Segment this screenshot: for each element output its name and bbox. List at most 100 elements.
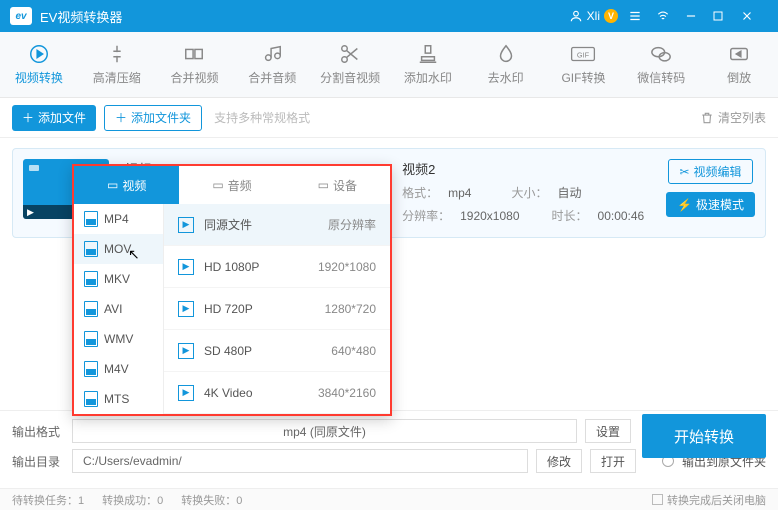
- status-ok-value: 0: [157, 495, 163, 507]
- tab-label: 音频: [228, 177, 252, 194]
- file-icon: [84, 241, 98, 257]
- popup-tab-video[interactable]: ▭ 视频: [74, 166, 179, 204]
- gif-icon: GIF: [570, 43, 596, 65]
- tool-watermark[interactable]: 添加水印: [389, 32, 467, 97]
- tool-label: 微信转码: [637, 69, 685, 86]
- main-toolbar: 视频转换 高清压缩 合并视频 合并音频 分割音视频 添加水印 去水印 GIF G…: [0, 32, 778, 98]
- output-dir-value[interactable]: C:/Users/evadmin/: [72, 449, 528, 473]
- tool-label: GIF转换: [561, 69, 605, 86]
- user-account[interactable]: Xli V: [569, 9, 618, 23]
- tab-label: 设备: [333, 177, 357, 194]
- audio-icon: ▭: [212, 178, 223, 192]
- output-dir-label: 输出目录: [12, 453, 64, 470]
- fmt-label: MKV: [104, 272, 130, 286]
- format-item-mov[interactable]: MOV: [74, 234, 163, 264]
- file-icon: [84, 271, 98, 287]
- res-val: 3840*2160: [318, 386, 376, 400]
- close-icon[interactable]: [740, 9, 768, 23]
- output-dir-change-button[interactable]: 修改: [536, 449, 582, 473]
- play-square-icon: ▶: [178, 385, 194, 401]
- resolution-item[interactable]: ▶同源文件原分辨率: [164, 204, 390, 246]
- output-format-value[interactable]: mp4 (同原文件): [72, 419, 577, 443]
- add-folder-button[interactable]: ＋ 添加文件夹: [104, 105, 202, 131]
- wifi-icon[interactable]: [656, 9, 684, 23]
- droplet-icon: [495, 43, 517, 65]
- fmt-label: MP4: [104, 212, 129, 226]
- tool-video-convert[interactable]: 视频转换: [0, 32, 78, 97]
- status-ok-label: 转换成功：: [102, 495, 157, 507]
- play-icon: ▶: [27, 207, 34, 218]
- shutdown-checkbox[interactable]: 转换完成后关闭电脑: [652, 492, 766, 508]
- output-format-label: 输出格式: [12, 423, 64, 440]
- status-fail-value: 0: [236, 495, 242, 507]
- tool-label: 去水印: [488, 69, 524, 86]
- format-popup: ▭ 视频 ▭ 音频 ▭ 设备 MP4 MOV MKV AVI WMV M4V M…: [72, 164, 392, 416]
- shutdown-label: 转换完成后关闭电脑: [667, 495, 766, 507]
- meta-val: 自动: [557, 184, 581, 201]
- popup-tab-device[interactable]: ▭ 设备: [285, 166, 390, 204]
- status-bar: 待转换任务：1 转换成功：0 转换失败：0 转换完成后关闭电脑: [0, 488, 778, 510]
- chip-label: 极速模式: [696, 196, 744, 213]
- user-icon: [569, 9, 583, 23]
- resolution-item[interactable]: ▶HD 720P1280*720: [164, 288, 390, 330]
- res-val: 1280*720: [325, 302, 376, 316]
- btn-label: 添加文件: [38, 109, 86, 126]
- format-item-mp4[interactable]: MP4: [74, 204, 163, 234]
- bolt-icon: ⚡: [677, 198, 692, 212]
- play-square-icon: ▶: [178, 343, 194, 359]
- file-icon: [84, 391, 98, 407]
- meta-val: 1920x1080: [460, 209, 519, 223]
- tool-remove-watermark[interactable]: 去水印: [467, 32, 545, 97]
- output-format-settings-button[interactable]: 设置: [585, 419, 631, 443]
- format-list: MP4 MOV MKV AVI WMV M4V MTS: [74, 204, 164, 414]
- resolution-item[interactable]: ▶ 4K Video 3840*2160: [164, 372, 390, 414]
- tool-label: 倒放: [727, 69, 751, 86]
- user-name: Xli: [587, 9, 600, 23]
- meta-key: 时长：: [552, 207, 588, 224]
- tool-merge-video[interactable]: 合并视频: [156, 32, 234, 97]
- tool-gif[interactable]: GIF GIF转换: [545, 32, 623, 97]
- trash-icon: [700, 111, 714, 125]
- tool-split[interactable]: 分割音视频: [311, 32, 389, 97]
- plus-icon: ＋: [115, 109, 127, 126]
- format-item-m4v[interactable]: M4V: [74, 354, 163, 384]
- tool-reverse[interactable]: 倒放: [700, 32, 778, 97]
- tool-label: 分割音视频: [320, 69, 380, 86]
- fast-mode-button[interactable]: ⚡ 极速模式: [666, 192, 755, 217]
- title-bar: ev EV视频转换器 Xli V: [0, 0, 778, 32]
- tool-wechat[interactable]: 微信转码: [622, 32, 700, 97]
- res-name: 同源文件: [204, 216, 318, 233]
- format-item-avi[interactable]: AVI: [74, 294, 163, 324]
- start-convert-button[interactable]: 开始转换: [642, 414, 766, 458]
- minimize-icon[interactable]: [684, 9, 712, 23]
- file-icon: [84, 331, 98, 347]
- format-item-wmv[interactable]: WMV: [74, 324, 163, 354]
- video-icon: ▭: [107, 178, 118, 192]
- maximize-icon[interactable]: [712, 10, 740, 22]
- output-dir-open-button[interactable]: 打开: [590, 449, 636, 473]
- tool-merge-audio[interactable]: 合并音频: [233, 32, 311, 97]
- reverse-icon: [728, 43, 750, 65]
- format-item-mts[interactable]: MTS: [74, 384, 163, 414]
- tool-label: 视频转换: [15, 69, 63, 86]
- menu-icon[interactable]: [628, 9, 656, 23]
- res-name: 4K Video: [204, 386, 308, 400]
- tool-hd-compress[interactable]: 高清压缩: [78, 32, 156, 97]
- resolution-item[interactable]: ▶SD 480P640*480: [164, 330, 390, 372]
- action-bar: ＋ 添加文件 ＋ 添加文件夹 支持多种常规格式 清空列表: [0, 98, 778, 138]
- fmt-label: MTS: [104, 392, 129, 406]
- format-item-mkv[interactable]: MKV: [74, 264, 163, 294]
- video-edit-button[interactable]: ✂ 视频编辑: [668, 159, 752, 184]
- tool-label: 添加水印: [404, 69, 452, 86]
- popup-tab-audio[interactable]: ▭ 音频: [179, 166, 284, 204]
- clear-list-button[interactable]: 清空列表: [700, 109, 766, 126]
- play-square-icon: ▶: [178, 259, 194, 275]
- svg-text:GIF: GIF: [577, 50, 590, 59]
- status-fail-label: 转换失败：: [181, 495, 236, 507]
- output-bar: 输出格式 mp4 (同原文件) 设置 应用到所有 + 输出目录 C:/Users…: [0, 410, 778, 488]
- fmt-label: AVI: [104, 302, 122, 316]
- add-file-button[interactable]: ＋ 添加文件: [12, 105, 96, 131]
- chip-label: 视频编辑: [694, 163, 742, 180]
- resolution-item[interactable]: ▶HD 1080P1920*1080: [164, 246, 390, 288]
- format-hint: 支持多种常规格式: [214, 109, 310, 126]
